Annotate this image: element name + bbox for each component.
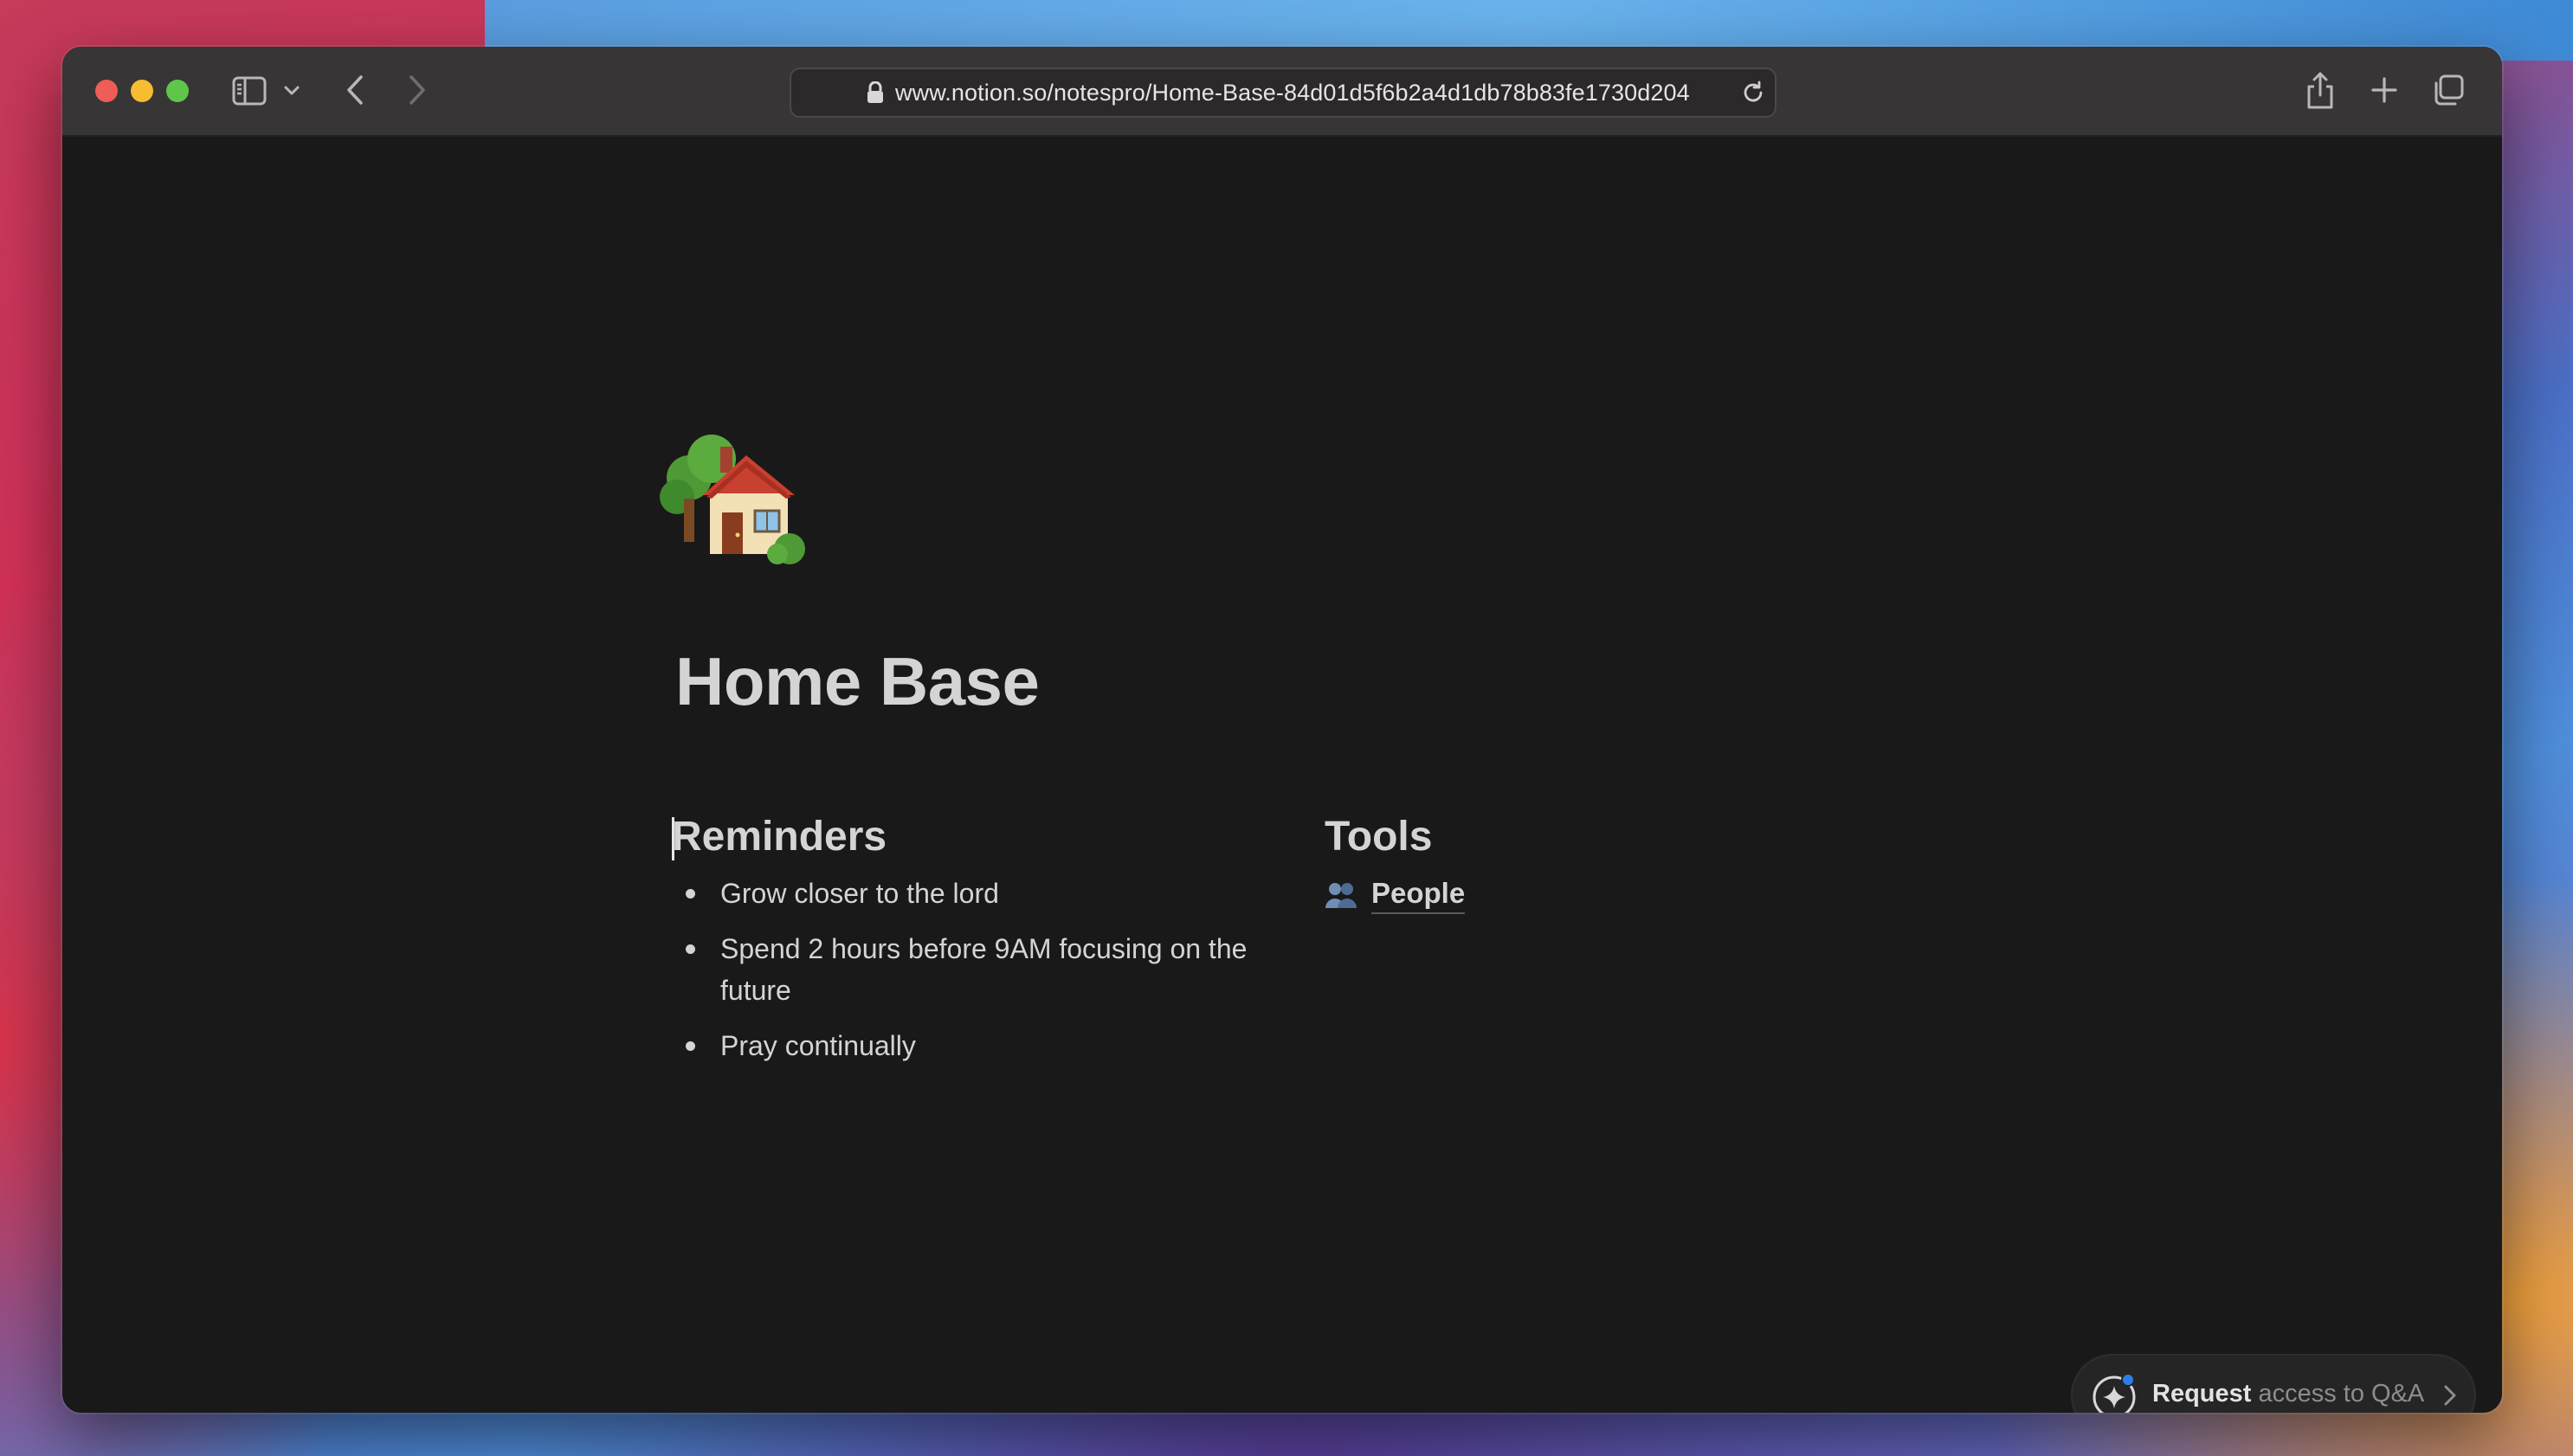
minimize-window-button[interactable] [131,80,153,102]
people-icon [1325,879,1357,911]
browser-toolbar: www.notion.so/notespro/Home-Base-84d01d5… [62,47,2502,137]
tabs-overview-icon[interactable] [2429,71,2467,109]
reload-icon[interactable] [1740,80,1766,106]
lock-icon [866,81,885,104]
page-title[interactable]: Home Base [675,642,1040,721]
qa-banner-action: Request [2152,1380,2252,1408]
text-cursor [672,817,674,860]
chevron-down-icon[interactable] [281,76,303,106]
tools-column: Tools People [1325,809,1757,916]
bullet-icon [686,944,695,954]
address-bar[interactable]: www.notion.so/notespro/Home-Base-84d01d5… [790,68,1777,118]
people-link-label: People [1371,876,1466,914]
new-tab-icon[interactable] [2365,71,2403,109]
list-item[interactable]: Grow closer to the lord [672,873,1261,914]
qa-banner-text: Request access to Q&A [2152,1380,2424,1408]
request-qa-access-button[interactable]: Request access to Q&A [2073,1356,2474,1413]
share-icon[interactable] [2301,69,2339,111]
url-text: www.notion.so/notespro/Home-Base-84d01d5… [895,80,1690,106]
close-window-button[interactable] [95,80,118,102]
tools-heading[interactable]: Tools [1325,809,1757,866]
list-item[interactable]: Spend 2 hours before 9AM focusing on the… [672,928,1261,1011]
notion-page: Home Base Reminders Grow closer to the l… [62,137,2502,1413]
reminders-heading[interactable]: Reminders [672,809,1261,866]
forward-icon[interactable] [400,73,435,107]
house-with-garden-icon[interactable] [660,424,807,571]
ai-sparkle-icon [2090,1371,2138,1413]
bullet-icon [686,889,695,899]
qa-banner-rest: access to Q&A [2251,1380,2425,1408]
sidebar-icon[interactable] [232,76,267,106]
list-item-text: Pray continually [720,1030,916,1061]
people-page-link[interactable]: People [1325,874,1757,916]
back-icon[interactable] [338,73,372,107]
reminders-list: Grow closer to the lord Spend 2 hours be… [672,873,1261,1066]
bullet-icon [686,1041,695,1051]
browser-window: www.notion.so/notespro/Home-Base-84d01d5… [62,47,2502,1413]
chevron-right-icon [2441,1383,2459,1408]
list-item[interactable]: Pray continually [672,1025,1261,1066]
list-item-text: Spend 2 hours before 9AM focusing on the… [720,933,1248,1006]
list-item-text: Grow closer to the lord [720,878,999,909]
zoom-window-button[interactable] [166,80,189,102]
reminders-column: Reminders Grow closer to the lord Spend … [672,809,1261,1080]
